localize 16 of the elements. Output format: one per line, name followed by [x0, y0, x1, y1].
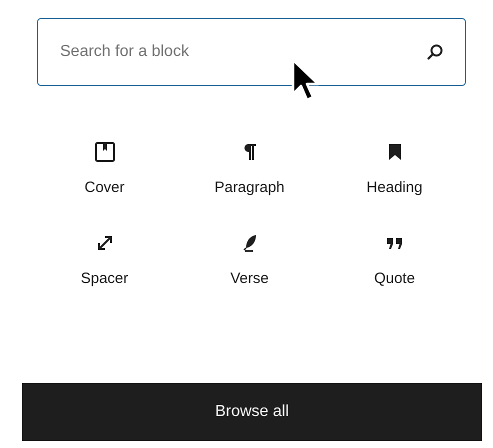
block-label: Paragraph — [214, 179, 285, 196]
block-item[interactable]: Cover — [32, 140, 177, 196]
block-label: Heading — [366, 179, 422, 196]
block-item[interactable]: Heading — [322, 140, 467, 196]
block-label: Verse — [230, 270, 269, 287]
block-item[interactable]: Quote — [322, 231, 467, 287]
block-label: Cover — [84, 179, 124, 196]
cover-icon — [92, 140, 116, 164]
block-item[interactable]: Verse — [177, 231, 322, 287]
block-item[interactable]: Paragraph — [177, 140, 322, 196]
search-icon[interactable] — [426, 43, 444, 61]
block-label: Quote — [374, 270, 415, 287]
browse-all-button[interactable]: Browse all — [22, 383, 482, 441]
block-item[interactable]: Spacer — [32, 231, 177, 287]
block-label: Spacer — [80, 270, 128, 287]
search-field[interactable]: Search for a block — [37, 18, 466, 86]
